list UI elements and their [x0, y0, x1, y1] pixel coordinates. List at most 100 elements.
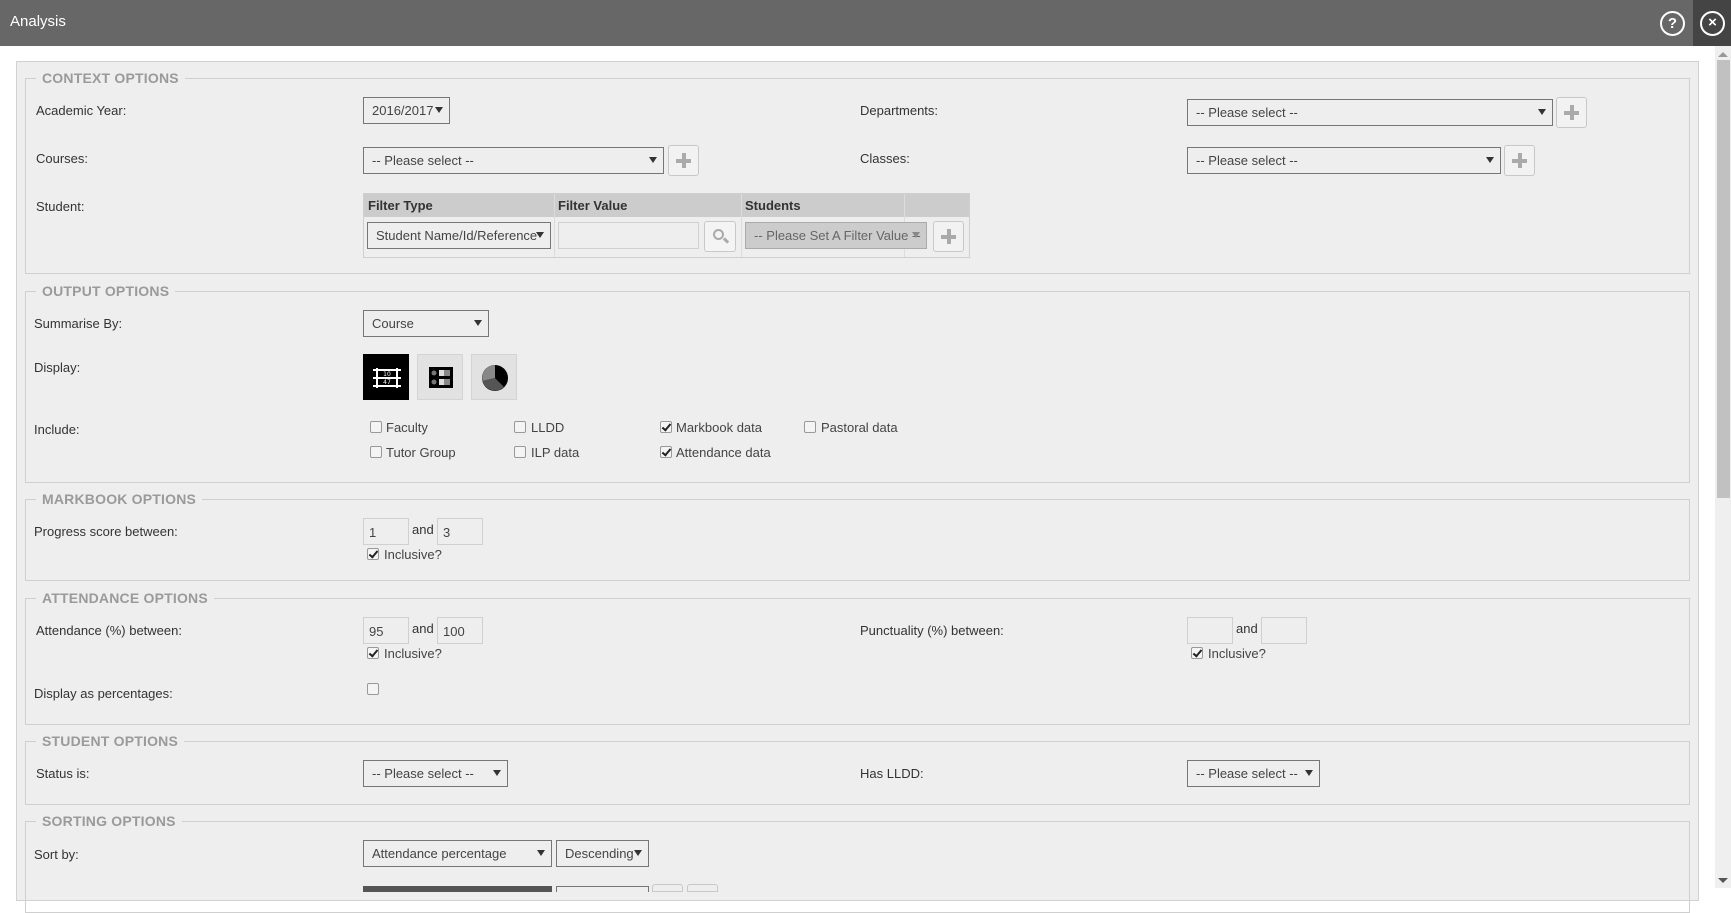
add-course-button[interactable]	[668, 145, 699, 176]
punctuality-from-input[interactable]	[1187, 617, 1233, 644]
display-chart-button[interactable]	[471, 354, 517, 400]
has-lldd-label: Has LLDD:	[860, 766, 924, 781]
progress-to-input[interactable]: 3	[437, 518, 483, 545]
include-lldd-label: LLDD	[531, 420, 565, 435]
attendance-from-input[interactable]: 95	[363, 617, 409, 644]
help-icon[interactable]: ?	[1660, 11, 1685, 36]
pie-chart-icon	[482, 365, 508, 391]
close-button[interactable]: ×	[1693, 0, 1731, 46]
select-value: -- Please Set A Filter Value --	[754, 228, 921, 243]
include-markbook-checkbox[interactable]	[660, 421, 672, 433]
table-header: Filter Type Filter Value Students	[364, 194, 969, 217]
include-lldd-checkbox[interactable]	[514, 421, 526, 433]
inclusive-label: Inclusive?	[384, 547, 442, 562]
departments-label: Departments:	[860, 103, 939, 118]
scroll-down-arrow-icon[interactable]	[1718, 878, 1728, 883]
punctuality-inclusive-checkbox[interactable]	[1191, 647, 1203, 659]
and-label: and	[412, 522, 434, 537]
section-legend: CONTEXT OPTIONS	[42, 70, 179, 86]
classes-label: Classes:	[860, 151, 910, 166]
attendance-between-label: Attendance (%) between:	[36, 623, 182, 638]
section-legend: OUTPUT OPTIONS	[42, 283, 170, 299]
header-filter-type: Filter Type	[368, 198, 433, 213]
display-table-button[interactable]: 10 47	[363, 354, 409, 400]
secondary-sort-order-select[interactable]	[556, 886, 649, 892]
add-student-button[interactable]	[933, 221, 964, 252]
search-button[interactable]	[704, 221, 736, 252]
markbook-options-section: MARKBOOK OPTIONS	[25, 491, 1690, 581]
add-sort-button[interactable]	[652, 884, 683, 892]
include-tutor-group-checkbox[interactable]	[370, 446, 382, 458]
include-pastoral-label: Pastoral data	[821, 420, 898, 435]
search-icon-handle	[722, 237, 730, 244]
section-legend: ATTENDANCE OPTIONS	[42, 590, 208, 606]
progress-from-input[interactable]: 1	[363, 518, 409, 545]
secondary-sort-field-select[interactable]	[363, 886, 552, 892]
dropdown-arrow-icon	[1538, 109, 1546, 115]
display-grid-button[interactable]	[417, 354, 463, 400]
add-department-button[interactable]	[1556, 97, 1587, 128]
add-class-button[interactable]	[1504, 145, 1535, 176]
attendance-inclusive-checkbox[interactable]	[367, 647, 379, 659]
student-options-section: STUDENT OPTIONS	[25, 733, 1690, 805]
sort-field-select[interactable]: Attendance percentage	[363, 840, 552, 867]
dropdown-arrow-icon	[912, 232, 920, 238]
vertical-scrollbar[interactable]	[1715, 46, 1731, 888]
sort-order-select[interactable]: Descending	[556, 840, 649, 867]
dropdown-arrow-icon	[1305, 770, 1313, 776]
attendance-to-input[interactable]: 100	[437, 617, 483, 644]
include-faculty-checkbox[interactable]	[370, 421, 382, 433]
table-view-icon: 10 47	[373, 368, 401, 388]
summarise-by-label: Summarise By:	[34, 316, 123, 331]
include-ilp-checkbox[interactable]	[514, 446, 526, 458]
attendance-options-section: ATTENDANCE OPTIONS	[25, 590, 1690, 725]
select-value: Attendance percentage	[372, 846, 507, 861]
select-value: -- Please select --	[372, 153, 474, 168]
section-legend: STUDENT OPTIONS	[42, 733, 179, 749]
classes-select[interactable]: -- Please select --	[1187, 147, 1501, 174]
output-options-section: OUTPUT OPTIONS	[25, 283, 1690, 483]
select-value: Course	[372, 316, 414, 331]
students-select[interactable]: -- Please Set A Filter Value --	[745, 222, 927, 249]
dropdown-arrow-icon	[474, 320, 482, 326]
progress-inclusive-checkbox[interactable]	[367, 548, 379, 560]
scrollbar-thumb[interactable]	[1717, 60, 1730, 498]
academic-year-select[interactable]: 2016/2017	[363, 97, 450, 124]
dropdown-arrow-icon	[536, 232, 544, 238]
student-label: Student:	[36, 199, 85, 214]
dropdown-arrow-icon	[1486, 157, 1494, 163]
status-select[interactable]: -- Please select --	[363, 760, 508, 787]
section-legend: MARKBOOK OPTIONS	[42, 491, 197, 507]
divider	[554, 194, 555, 257]
remove-sort-button[interactable]	[687, 884, 718, 892]
sort-by-label: Sort by:	[34, 847, 79, 862]
include-ilp-label: ILP data	[531, 445, 580, 460]
filter-value-input[interactable]	[558, 222, 699, 249]
courses-select[interactable]: -- Please select --	[363, 147, 664, 174]
select-value: -- Please select --	[1196, 153, 1298, 168]
include-attendance-checkbox[interactable]	[660, 446, 672, 458]
dropdown-arrow-icon	[649, 157, 657, 163]
select-value: Descending	[565, 846, 634, 861]
inclusive-label: Inclusive?	[1208, 646, 1266, 661]
departments-select[interactable]: -- Please select --	[1187, 99, 1553, 126]
has-lldd-select[interactable]: -- Please select --	[1187, 760, 1320, 787]
summarise-by-select[interactable]: Course	[363, 310, 489, 337]
select-value: 2016/2017	[372, 103, 434, 118]
dropdown-arrow-icon	[634, 850, 642, 856]
filter-type-select[interactable]: Student Name/Id/Reference	[367, 222, 551, 249]
academic-year-label: Academic Year:	[36, 103, 127, 118]
divider	[741, 194, 742, 257]
scroll-up-arrow-icon[interactable]	[1718, 52, 1728, 57]
sorting-options-section: SORTING OPTIONS	[25, 813, 1690, 913]
punctuality-to-input[interactable]	[1261, 617, 1307, 644]
dropdown-arrow-icon	[493, 770, 501, 776]
grid-view-icon	[429, 367, 453, 388]
display-label: Display:	[34, 360, 81, 375]
include-pastoral-checkbox[interactable]	[804, 421, 816, 433]
include-markbook-label: Markbook data	[676, 420, 762, 435]
and-label: and	[412, 621, 434, 636]
display-percentages-checkbox[interactable]	[367, 683, 379, 695]
select-value: -- Please select --	[372, 766, 474, 781]
header-students: Students	[745, 198, 801, 213]
